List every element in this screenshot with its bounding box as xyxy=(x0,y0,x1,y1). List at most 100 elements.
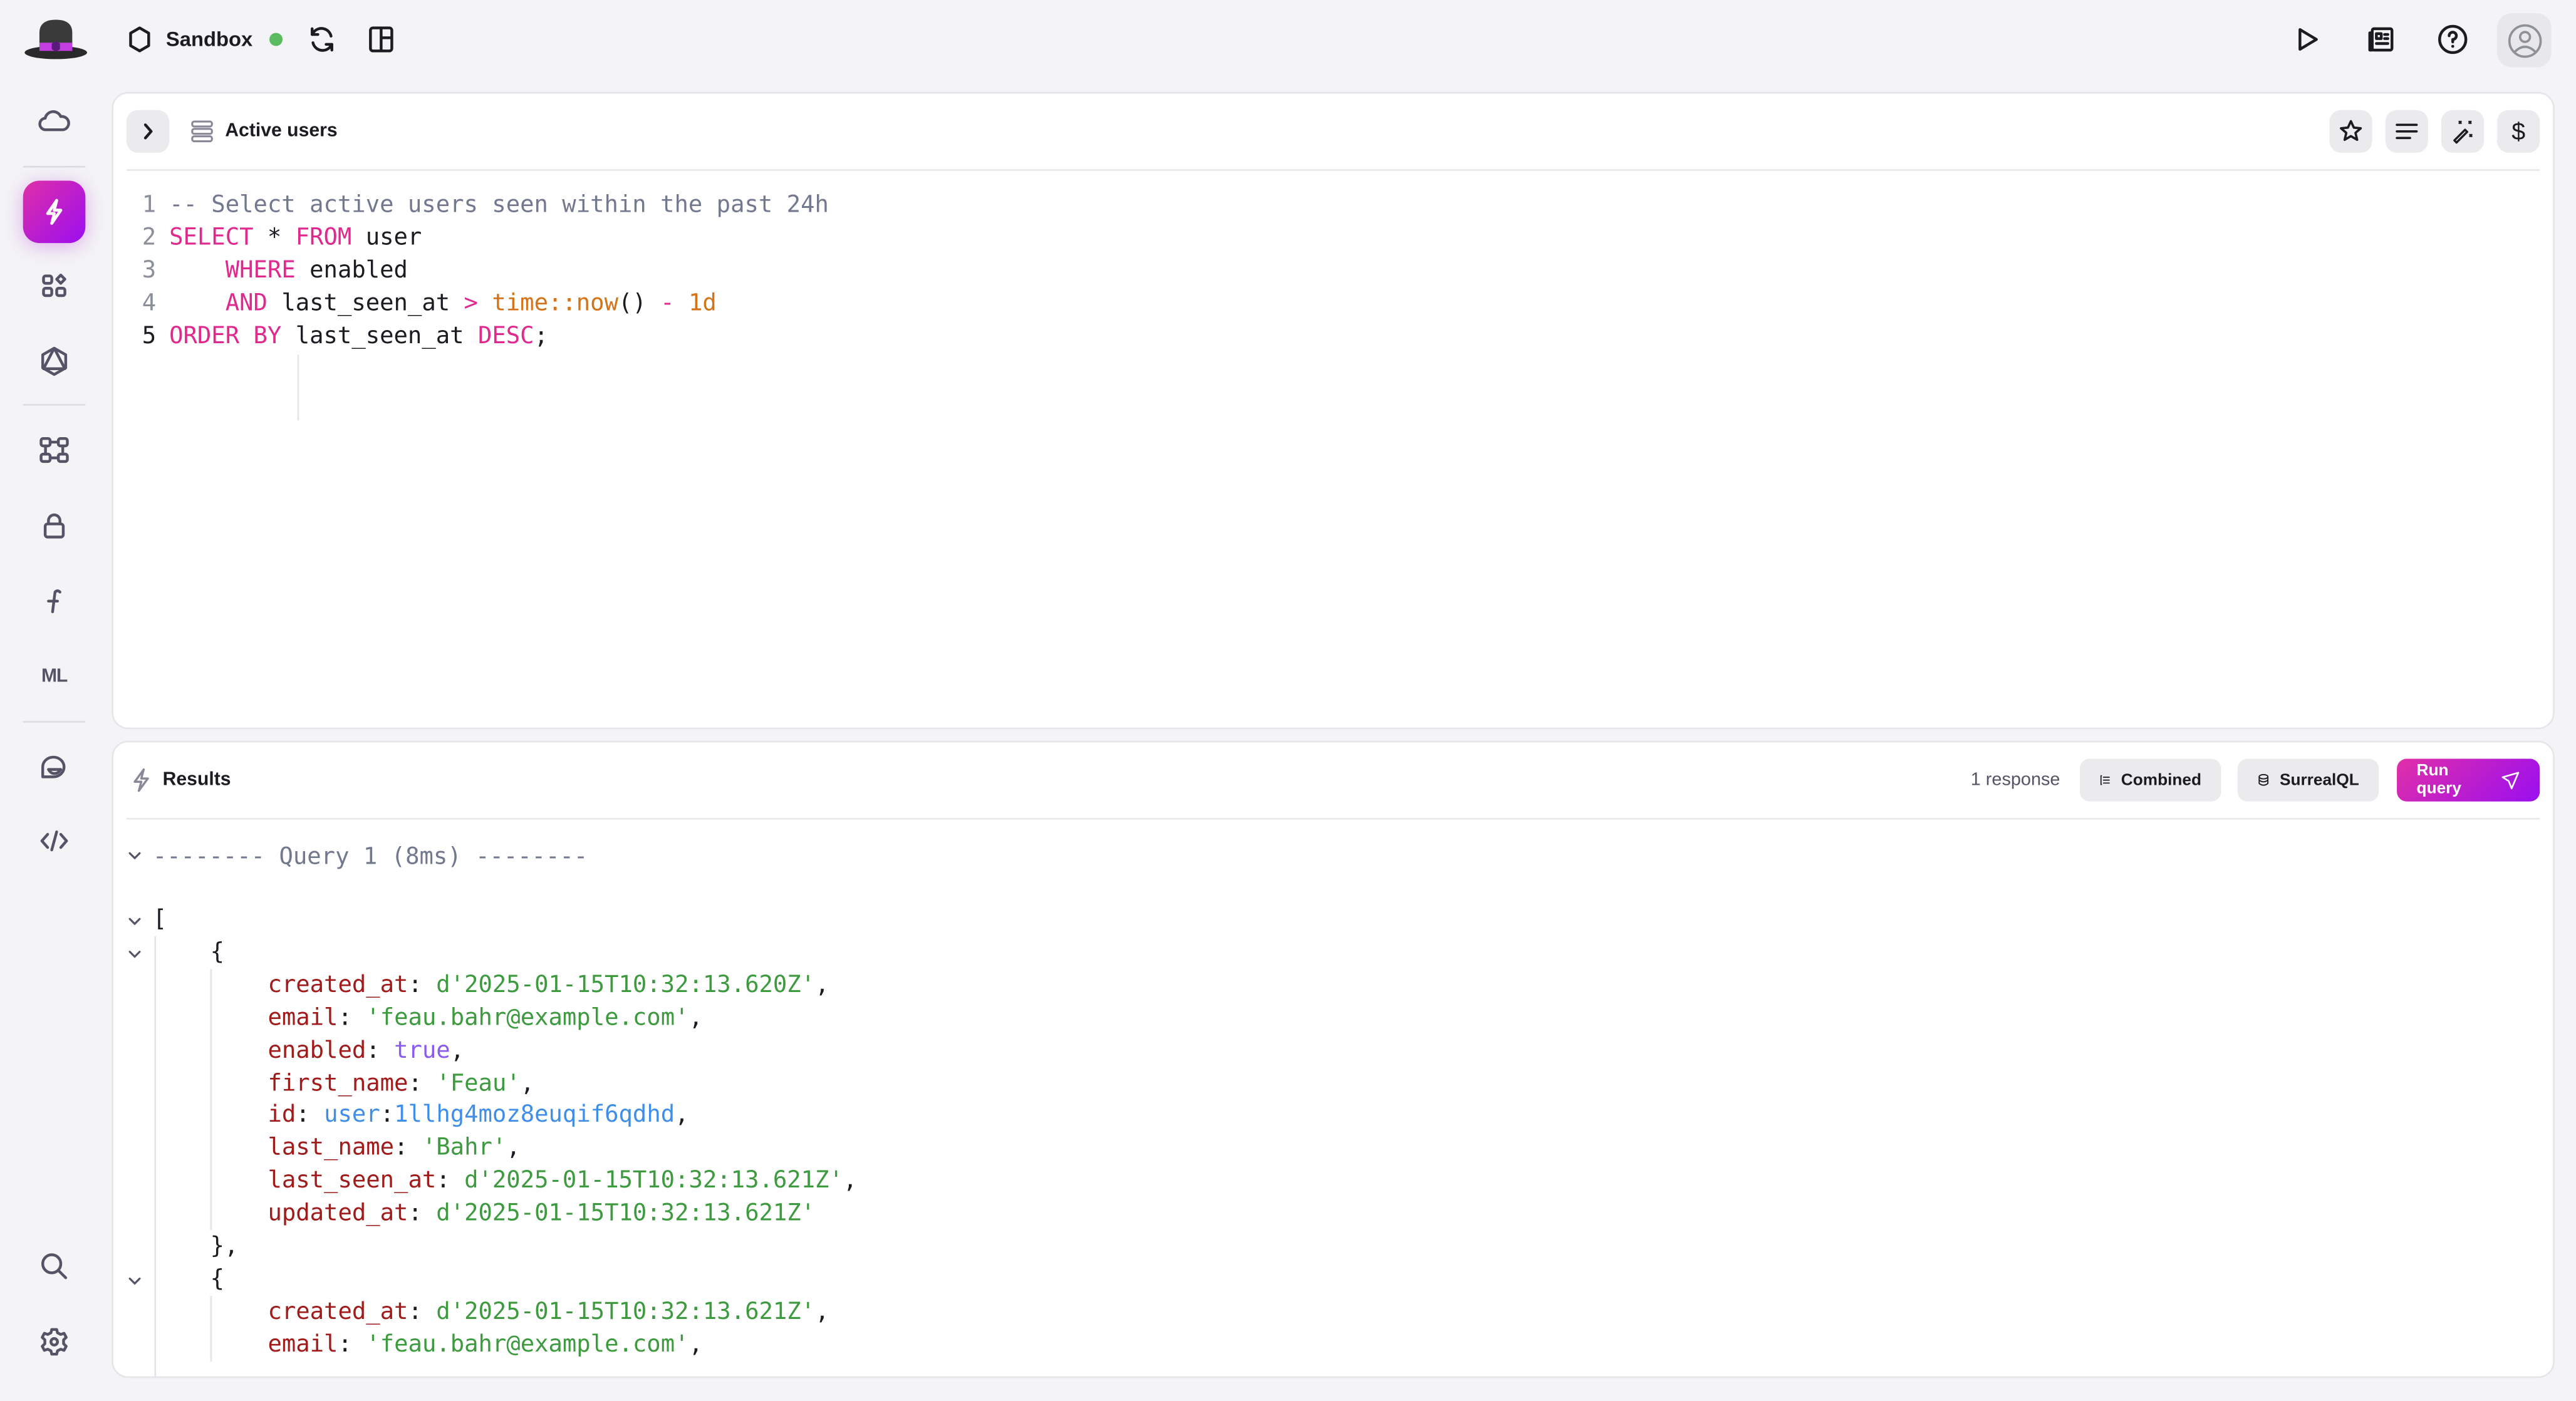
sidebar-item-functions[interactable] xyxy=(23,573,86,629)
sidebar-divider xyxy=(23,721,86,723)
code-line[interactable]: 4 AND last_seen_at > time::now() - 1d xyxy=(127,287,717,320)
line-number: 2 xyxy=(142,225,157,252)
sidebar-item-query[interactable] xyxy=(23,180,86,244)
record-field: enabled: true, xyxy=(267,1034,464,1067)
surrealist-logo[interactable] xyxy=(23,18,89,61)
newspaper-icon xyxy=(2368,27,2394,52)
field-value: d'2025-01-15T10:32:13.621Z' xyxy=(436,1201,816,1228)
code-line[interactable]: 3 WHERE enabled xyxy=(127,254,408,287)
sidebar-item-graphql[interactable] xyxy=(23,333,86,389)
result-token: , xyxy=(506,1135,521,1162)
magic-wand-icon xyxy=(2453,120,2473,144)
result-token: , xyxy=(843,1168,858,1194)
field-value: true xyxy=(394,1037,450,1064)
code-token: AND xyxy=(225,291,267,318)
query-variables-button[interactable]: $ xyxy=(2497,110,2540,153)
record-field: first_name: 'Feau', xyxy=(267,1067,534,1099)
sidebar-item-api-docs[interactable] xyxy=(23,813,86,869)
result-format-button[interactable]: SurrealQL xyxy=(2237,758,2379,802)
record-field: created_at: d'2025-01-15T10:32:13.620Z', xyxy=(267,969,829,1001)
lock-icon xyxy=(43,513,65,539)
help-button[interactable] xyxy=(2431,18,2474,61)
result-mode-button[interactable]: Combined xyxy=(2079,758,2221,802)
results-title: Results xyxy=(162,770,231,790)
field-value: d'2025-01-15T10:32:13.621Z' xyxy=(436,1298,816,1325)
news-button[interactable] xyxy=(2359,18,2402,61)
result-token: { xyxy=(210,1266,225,1293)
ml-icon: ML xyxy=(41,666,68,687)
code-line[interactable]: 5 ORDER BY last_seen_at DESC; xyxy=(127,320,548,353)
save-query-button[interactable] xyxy=(2329,110,2372,153)
sidebar-item-cloud[interactable] xyxy=(23,93,86,149)
format-query-button[interactable] xyxy=(2385,110,2428,153)
chevron-down-icon xyxy=(128,1277,141,1285)
field-key: email xyxy=(267,1331,338,1358)
result-token: : xyxy=(408,1070,437,1097)
field-value: 'Feau' xyxy=(436,1070,521,1097)
layout-toggle-button[interactable] xyxy=(360,18,402,61)
query-header: -------- Query 1 (8ms) -------- xyxy=(152,844,588,871)
toggle-queries-button[interactable] xyxy=(126,110,170,153)
run-query-button[interactable]: Run query xyxy=(2397,758,2540,802)
code-token: enabled xyxy=(295,257,408,284)
query-title: Active users xyxy=(225,121,338,142)
code-icon xyxy=(40,830,68,852)
field-value: d'2025-01-15T10:32:13.620Z' xyxy=(436,971,816,998)
chat-icon xyxy=(41,755,66,778)
field-value: 'Bahr' xyxy=(422,1135,507,1162)
ai-assist-button[interactable] xyxy=(2441,110,2485,153)
result-token: , xyxy=(688,1005,703,1031)
start-tour-button[interactable] xyxy=(2285,18,2328,61)
code-token: * xyxy=(253,225,296,252)
result-token: , xyxy=(815,971,829,998)
record-close: }, xyxy=(210,1230,239,1263)
code-line[interactable]: 1 -- Select active users seen within the … xyxy=(127,189,829,222)
text-align-icon xyxy=(2396,123,2418,140)
sidebar-item-models[interactable]: ML xyxy=(23,649,86,705)
refresh-icon xyxy=(311,27,333,52)
result-token: : xyxy=(296,1102,325,1129)
play-icon xyxy=(2298,28,2318,51)
sidebar-item-settings[interactable] xyxy=(23,1314,86,1370)
record-field: created_at: d'2025-01-15T10:32:13.621Z', xyxy=(267,1296,829,1328)
line-number: 1 xyxy=(142,192,157,219)
search-icon xyxy=(41,1253,68,1280)
code-line[interactable]: 2 SELECT * FROM user xyxy=(127,222,422,254)
sidebar-item-explorer[interactable] xyxy=(23,258,86,314)
results-header: Results 1 response Combined SurrealQL Ru… xyxy=(126,742,2540,820)
result-token: , xyxy=(815,1298,829,1325)
layout-icon xyxy=(369,26,393,53)
hexagon-icon xyxy=(129,26,150,53)
field-value: 'feau.bahr@example.com' xyxy=(366,1331,689,1358)
list-mode-icon xyxy=(2100,775,2110,785)
sidebar-divider xyxy=(23,404,86,406)
result-token: , xyxy=(675,1102,689,1129)
reconnect-button[interactable] xyxy=(301,18,343,61)
collapse-chevron[interactable] xyxy=(127,847,143,864)
code-token: user xyxy=(351,225,422,252)
code-token: () xyxy=(618,291,661,318)
collapse-chevron[interactable] xyxy=(127,946,143,962)
indent-guide xyxy=(297,354,299,421)
sidebar-item-authentication[interactable] xyxy=(23,498,86,554)
lightning-icon xyxy=(46,199,63,225)
sidebar-item-sidekick[interactable] xyxy=(23,739,86,795)
sidebar-item-designer[interactable] xyxy=(23,422,86,478)
query-header-line: -------- Query 1 (8ms) -------- xyxy=(153,841,588,874)
sidebar-divider xyxy=(23,165,86,168)
field-key: enabled xyxy=(267,1037,366,1064)
result-token: : xyxy=(408,1298,437,1325)
code-token: - xyxy=(660,291,675,318)
field-value: 'feau.bahr@example.com' xyxy=(366,1005,689,1031)
code-token: time::now xyxy=(492,291,618,318)
environment-selector[interactable]: Sandbox xyxy=(128,21,283,58)
connection-status-dot xyxy=(269,33,283,46)
sidebar-item-search[interactable] xyxy=(23,1238,86,1294)
collapse-chevron[interactable] xyxy=(127,913,143,929)
account-button[interactable] xyxy=(2497,13,2552,68)
line-number: 3 xyxy=(142,257,157,284)
collapse-chevron[interactable] xyxy=(127,1273,143,1289)
field-key: created_at xyxy=(267,971,408,998)
